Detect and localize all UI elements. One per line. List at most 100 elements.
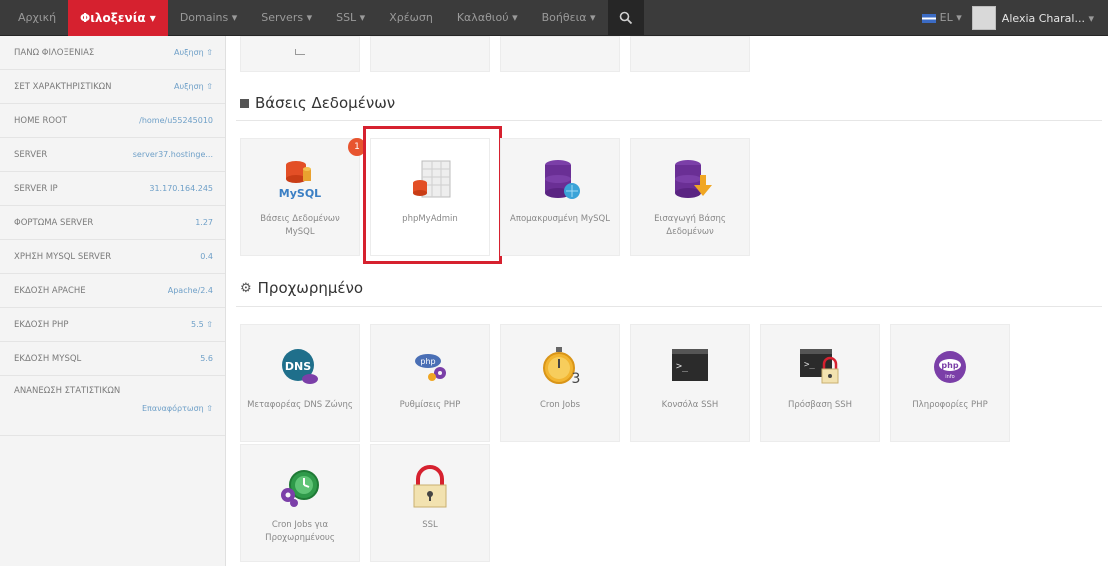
nav-billing[interactable]: Χρέωση bbox=[377, 0, 445, 36]
tile-label: Μεταφορέας DNS Ζώνης bbox=[247, 400, 353, 410]
hosting-info-sidebar: ΠΑΝΩ ΦΙΛΟΞΕΝΙΑΣ Αυξηση ⇧ ΣΕΤ ΧΑΡΑΚΤΗΡΙΣΤΙ… bbox=[0, 36, 226, 566]
nav-help[interactable]: Βοήθεια ▾ bbox=[530, 0, 608, 36]
tile-cron-jobs[interactable]: 3 Cron Jobs bbox=[500, 324, 620, 442]
sidebar-row-feature-set: ΣΕΤ ΧΑΡΑΚΤΗΡΙΣΤΙΚΩΝ Αυξηση ⇧ bbox=[0, 70, 225, 104]
top-navbar: Αρχική Φιλοξενία ▾ Domains ▾ Servers ▾ S… bbox=[0, 0, 1108, 42]
divider bbox=[236, 120, 1102, 121]
tile-label: Απομακρυσμένη MySQL bbox=[510, 214, 610, 224]
tile-label: Εισαγωγή Βάσης Δεδομένων bbox=[654, 214, 726, 237]
svg-text:php: php bbox=[941, 361, 958, 370]
gears-icon: ⚙ bbox=[240, 280, 252, 296]
sidebar-label: ΕΚΔΟΣΗ MYSQL bbox=[14, 353, 82, 364]
refresh-stats-link[interactable]: Επαναφόρτωση ⇧ bbox=[142, 404, 213, 413]
nav-ssl[interactable]: SSL ▾ bbox=[324, 0, 377, 36]
tile-php-info[interactable]: php info Πληροφορίες PHP bbox=[890, 324, 1010, 442]
search-button[interactable] bbox=[607, 0, 644, 36]
sidebar-row-server: SERVER server37.hostinge... bbox=[0, 138, 225, 172]
tile-previous-section[interactable] bbox=[370, 36, 490, 72]
sidebar-label: ΣΕΤ ΧΑΡΑΚΤΗΡΙΣΤΙΚΩΝ bbox=[14, 81, 112, 92]
upgrade-link[interactable]: Αυξηση ⇧ bbox=[174, 82, 213, 91]
sidebar-row-mysql-usage: ΧΡΗΣΗ MYSQL SERVER 0.4 bbox=[0, 240, 225, 274]
database-icon bbox=[240, 98, 249, 108]
avatar[interactable] bbox=[971, 6, 996, 30]
svg-text:3: 3 bbox=[572, 371, 581, 387]
sidebar-label: ΦΟΡΤΩΜΑ SERVER bbox=[14, 217, 94, 228]
sidebar-row-apache-version: ΕΚΔΟΣΗ APACHE Apache/2.4 bbox=[0, 274, 225, 308]
sidebar-value: 1.27 bbox=[195, 218, 213, 227]
sidebar-row-server-ip: SERVER IP 31.170.164.245 bbox=[0, 172, 225, 206]
sidebar-label: ΕΚΔΟΣΗ APACHE bbox=[14, 285, 86, 296]
svg-text:MySQL: MySQL bbox=[279, 187, 321, 200]
sidebar-value: server37.hostinge... bbox=[132, 150, 213, 159]
tile-previous-section[interactable] bbox=[500, 36, 620, 72]
svg-text:>_: >_ bbox=[804, 360, 815, 370]
sidebar-label: SERVER IP bbox=[14, 183, 58, 194]
tile-previous-section[interactable] bbox=[630, 36, 750, 72]
username: Alexia Charal... bbox=[1001, 11, 1085, 25]
svg-text:php: php bbox=[420, 357, 435, 366]
tile-mysql-databases[interactable]: MySQL Βάσεις Δεδομένων MySQL bbox=[240, 138, 360, 256]
tile-ssh-access[interactable]: >_ Πρόσβαση SSH bbox=[760, 324, 880, 442]
mysql-db-icon: MySQL bbox=[274, 157, 326, 205]
highlight-box bbox=[363, 126, 502, 264]
tile-label: Βάσεις Δεδομένων MySQL bbox=[260, 214, 340, 237]
nav-domains[interactable]: Domains ▾ bbox=[168, 0, 249, 36]
main-nav: Αρχική Φιλοξενία ▾ Domains ▾ Servers ▾ S… bbox=[6, 0, 644, 42]
user-area: EL ▾ Alexia Charal... ▾ bbox=[912, 0, 1108, 36]
php-version-link[interactable]: 5.5 ⇧ bbox=[191, 320, 213, 329]
sidebar-row-refresh-stats: ΑΝΑΝΕΩΣΗ ΣΤΑΤΙΣΤΙΚΩΝ Επαναφόρτωση ⇧ bbox=[0, 376, 225, 436]
sidebar-row-home-root: HOME ROOT/home/u55245010 bbox=[0, 104, 225, 138]
tile-import-database[interactable]: Εισαγωγή Βάσης Δεδομένων bbox=[630, 138, 750, 256]
sidebar-value: 0.4 bbox=[200, 252, 213, 261]
tile-ssh-console[interactable]: >_ Κονσόλα SSH bbox=[630, 324, 750, 442]
tile-previous-section[interactable] bbox=[240, 36, 360, 72]
svg-text:>_: >_ bbox=[676, 361, 689, 372]
stopwatch-icon: 3 bbox=[534, 343, 586, 391]
remote-mysql-icon bbox=[534, 157, 586, 205]
greek-flag-icon bbox=[921, 13, 936, 23]
nav-servers[interactable]: Servers ▾ bbox=[249, 0, 324, 36]
tile-remote-mysql[interactable]: Απομακρυσμένη MySQL bbox=[500, 138, 620, 256]
language-code: EL bbox=[939, 11, 953, 24]
dns-icon: DNS bbox=[274, 343, 326, 391]
section-title-advanced: ⚙ Προχωρημένο bbox=[240, 279, 364, 297]
nav-cart[interactable]: Καλαθιού ▾ bbox=[445, 0, 530, 36]
tile-php-settings[interactable]: php Ρυθμίσεις PHP bbox=[370, 324, 490, 442]
tile-label: Πληροφορίες PHP bbox=[912, 400, 988, 410]
user-menu[interactable]: Alexia Charal... ▾ bbox=[1002, 12, 1108, 25]
nav-hosting[interactable]: Φιλοξενία ▾ bbox=[68, 0, 168, 42]
main-content: Βάσεις Δεδομένων MySQL Βάσεις Δεδομένων … bbox=[226, 36, 1108, 566]
php-info-icon: php info bbox=[924, 343, 976, 391]
advanced-cron-icon bbox=[274, 463, 326, 511]
sidebar-row-php-version: ΕΚΔΟΣΗ PHP 5.5 ⇧ bbox=[0, 308, 225, 342]
tile-label: Ρυθμίσεις PHP bbox=[399, 400, 461, 410]
tile-label: Cron Jobs για Προχωρημένους bbox=[265, 520, 335, 543]
svg-text:DNS: DNS bbox=[285, 360, 311, 373]
sidebar-label: SERVER bbox=[14, 149, 48, 160]
divider bbox=[236, 306, 1102, 307]
sidebar-row-mysql-version: ΕΚΔΟΣΗ MYSQL 5.6 bbox=[0, 342, 225, 376]
nav-home[interactable]: Αρχική bbox=[6, 0, 68, 36]
terminal-icon: >_ bbox=[664, 343, 716, 391]
tile-advanced-cron-jobs[interactable]: Cron Jobs για Προχωρημένους bbox=[240, 444, 360, 562]
sidebar-row-server-load: ΦΟΡΤΩΜΑ SERVER 1.27 bbox=[0, 206, 225, 240]
sidebar-row-hosting-plan: ΠΑΝΩ ΦΙΛΟΞΕΝΙΑΣ Αυξηση ⇧ bbox=[0, 36, 225, 70]
tile-label: SSL bbox=[422, 520, 438, 530]
ssh-access-icon: >_ bbox=[794, 343, 846, 391]
sidebar-label: ΕΚΔΟΣΗ PHP bbox=[14, 319, 69, 330]
tile-ssl[interactable]: SSL bbox=[370, 444, 490, 562]
svg-text:info: info bbox=[945, 374, 954, 380]
sidebar-label: ΠΑΝΩ ΦΙΛΟΞΕΝΙΑΣ bbox=[14, 47, 95, 58]
language-selector[interactable]: EL ▾ bbox=[912, 0, 972, 36]
tile-label: Πρόσβαση SSH bbox=[787, 400, 853, 410]
tile-dns-zone-editor[interactable]: DNS Μεταφορέας DNS Ζώνης bbox=[240, 324, 360, 442]
sidebar-label: HOME ROOT bbox=[14, 115, 67, 126]
sidebar-label: ΧΡΗΣΗ MYSQL SERVER bbox=[14, 251, 112, 262]
search-icon bbox=[619, 11, 632, 25]
chart-icon bbox=[295, 49, 305, 55]
chevron-down-icon: ▾ bbox=[1088, 11, 1094, 25]
section-title-databases: Βάσεις Δεδομένων bbox=[240, 94, 395, 112]
sidebar-value: 31.170.164.245 bbox=[149, 184, 213, 193]
tile-label: Cron Jobs bbox=[539, 400, 581, 410]
upgrade-link[interactable]: Αυξηση ⇧ bbox=[174, 48, 213, 57]
